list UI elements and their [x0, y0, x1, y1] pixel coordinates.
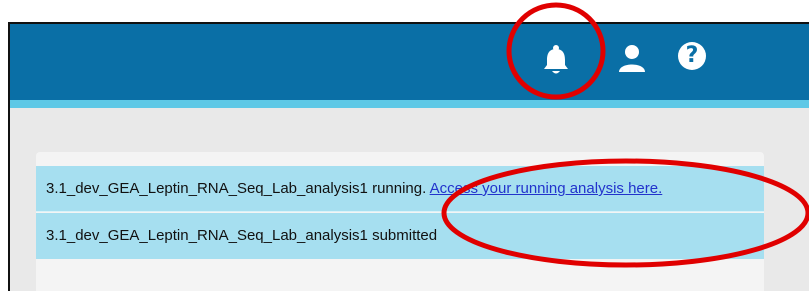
notification-item: 3.1_dev_GEA_Leptin_RNA_Seq_Lab_analysis1… [36, 213, 764, 259]
analysis-status: running. [372, 180, 427, 197]
analysis-status: submitted [372, 227, 438, 244]
app-window: ? 3.1_dev_GEA_Leptin_RNA_Seq_Lab_analysi… [8, 22, 809, 291]
bell-icon [544, 45, 568, 74]
user-icon [619, 45, 645, 72]
notifications-button[interactable] [538, 38, 574, 78]
user-profile-button[interactable] [614, 38, 650, 78]
help-button[interactable]: ? [674, 38, 710, 78]
analysis-name: 3.1_dev_GEA_Leptin_RNA_Seq_Lab_analysis1 [46, 227, 368, 244]
header-accent-stripe [10, 100, 809, 108]
notification-item: 3.1_dev_GEA_Leptin_RNA_Seq_Lab_analysis1… [36, 166, 764, 212]
help-icon: ? [678, 42, 706, 70]
analysis-name: 3.1_dev_GEA_Leptin_RNA_Seq_Lab_analysis1 [46, 180, 368, 197]
access-running-analysis-link[interactable]: Access your running analysis here. [430, 180, 663, 197]
top-navigation-bar: ? [10, 24, 809, 100]
